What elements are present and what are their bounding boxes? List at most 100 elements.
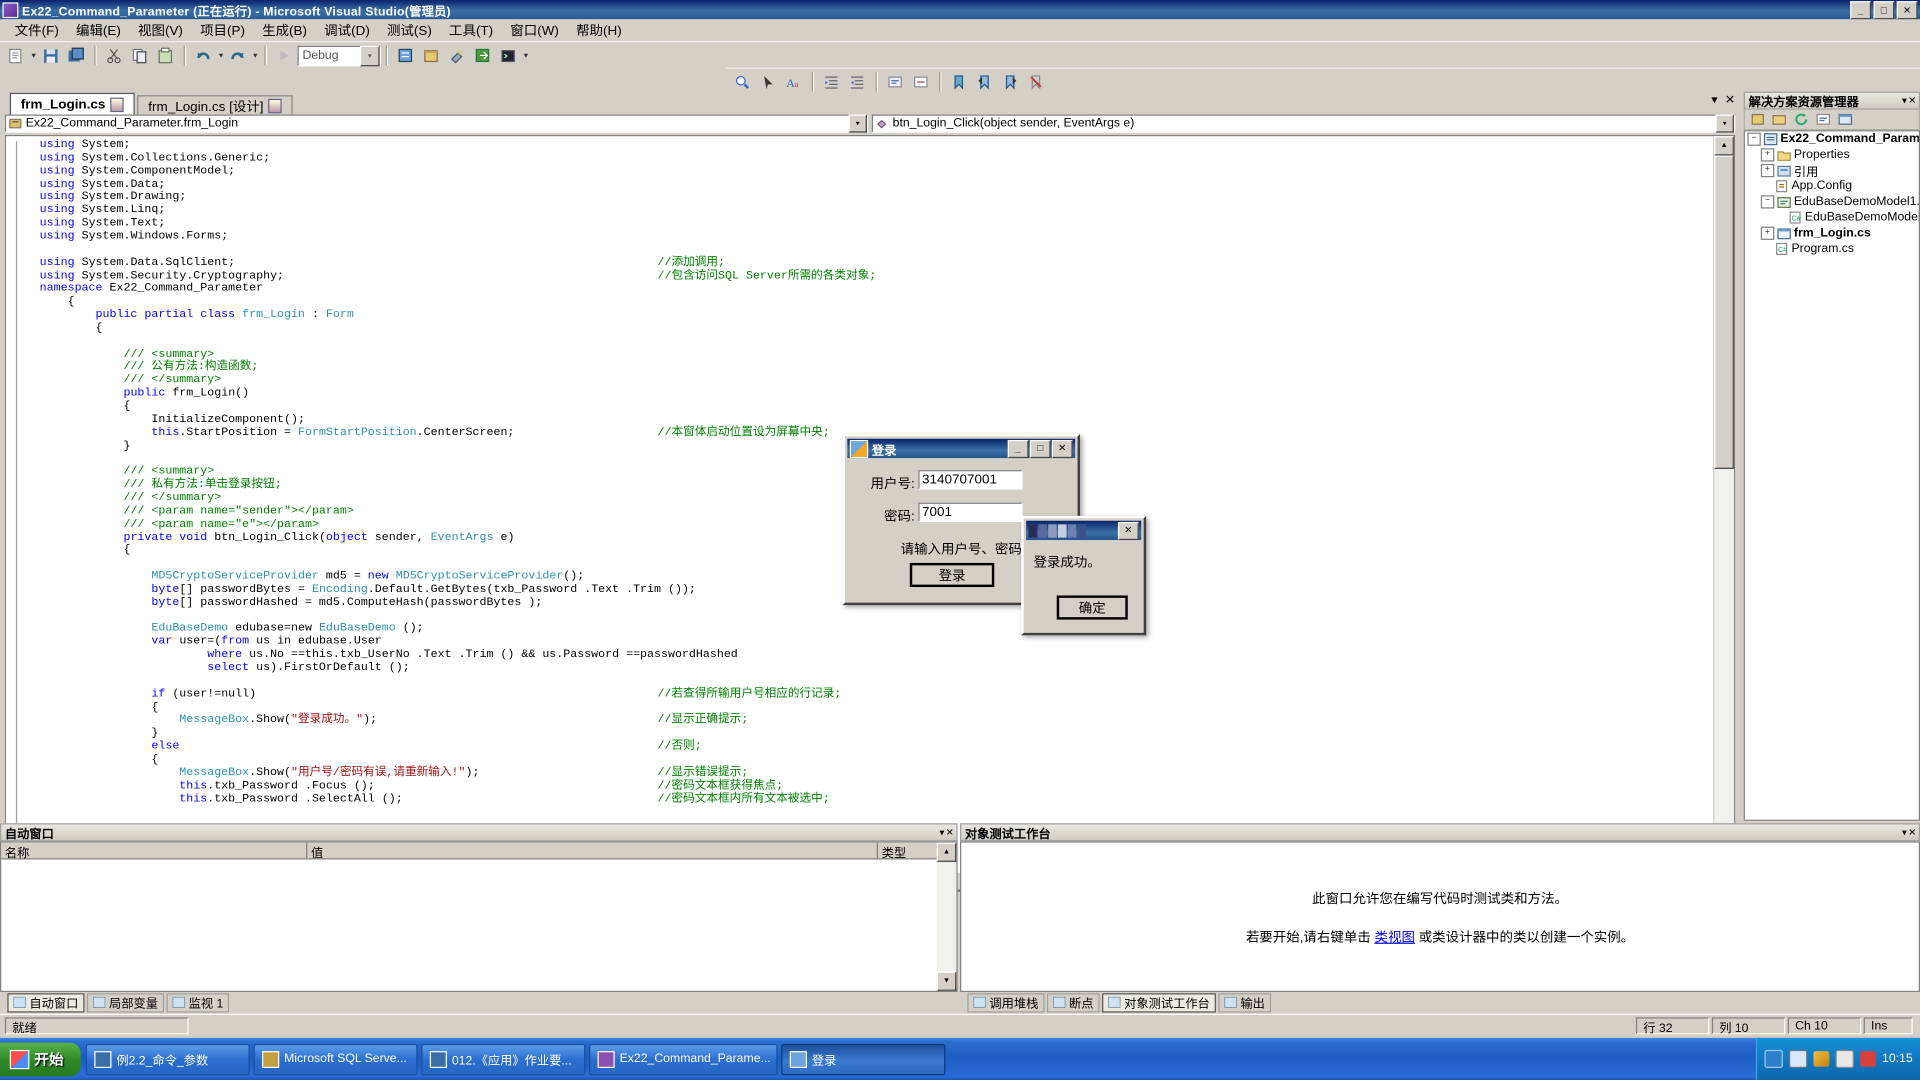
taskbar-item[interactable]: Microsoft SQL Serve... [253,1043,418,1075]
minimize-button[interactable]: _ [1850,1,1872,20]
network-icon[interactable] [1788,1049,1808,1068]
panel-close-icon[interactable]: ✕ [946,827,954,838]
debug-tab-autos[interactable]: 自动窗口 [7,992,85,1012]
view-designer-icon[interactable] [1836,110,1857,128]
password-input[interactable]: 7001 [918,502,1023,522]
undo-icon[interactable] [191,44,215,67]
command-window-dropdown-icon[interactable]: ▾ [522,47,531,64]
properties-window-icon[interactable] [419,44,443,67]
solution-tree[interactable]: − Ex22_Command_Parameter + Properties + 引用App… [1743,130,1920,821]
undo-dropdown-icon[interactable]: ▾ [217,47,226,64]
bookmark-prev-icon[interactable] [972,71,996,94]
menu-item-tools[interactable]: 工具(T) [440,18,501,42]
taskbar-item[interactable]: Ex22_Command_Parame... [589,1043,778,1075]
shield-icon[interactable] [1813,1051,1830,1067]
panel-menu-icon[interactable]: ▾ [1902,827,1907,838]
indent-icon[interactable] [819,71,843,94]
panel-close-icon[interactable]: ✕ [1908,827,1916,838]
panel-close-icon[interactable]: ✕ [1908,95,1916,106]
taskbar-item[interactable]: 012.《应用》作业要... [421,1043,586,1075]
collapse-icon[interactable]: − [1760,195,1775,209]
scroll-thumb[interactable] [1714,155,1734,469]
output-tab-testbench[interactable]: 对象测试工作台 [1102,992,1216,1012]
save-icon[interactable] [38,44,62,67]
solution-tree-item[interactable]: + Properties [1745,147,1919,163]
panel-menu-icon[interactable]: ▾ [940,827,945,838]
uncomment-icon[interactable] [909,71,933,94]
navigate-forward-icon[interactable] [470,44,494,67]
output-tab-breakpoint[interactable]: 断点 [1046,992,1100,1012]
flag-icon[interactable] [1859,1051,1876,1067]
message-box-ok-button[interactable]: 确定 [1056,595,1128,620]
login-submit-button[interactable]: 登录 [909,562,995,588]
menu-item-view[interactable]: 视图(V) [129,18,191,42]
bookmark-icon[interactable] [947,71,971,94]
menu-item-debug[interactable]: 调试(D) [316,18,379,42]
solution-tree-item[interactable]: C# Program.cs [1745,241,1919,257]
login-close-button[interactable]: ✕ [1051,439,1073,458]
message-box[interactable]: ✕ 登录成功。 确定 [1021,515,1147,636]
scroll-up-button[interactable]: ▲ [936,842,957,862]
editor-vertical-scrollbar[interactable]: ▲ ▼ [1713,136,1734,872]
pointer-icon[interactable] [756,71,780,94]
font-size-icon[interactable]: Aa [781,71,805,94]
start-debugging-icon[interactable] [272,44,296,67]
solution-tree-item[interactable]: C# EduBaseDemoModel1 [1745,210,1919,226]
autos-column-value[interactable]: 值 [307,842,878,861]
command-window-icon[interactable] [496,44,520,67]
taskbar-clock[interactable]: 10:15 [1882,1052,1913,1065]
show-all-files-icon[interactable] [1769,110,1790,128]
editor-tab-frm-login-designer[interactable]: frm_Login.cs [设计] [137,95,293,116]
properties-icon[interactable] [1747,110,1768,128]
menu-item-file[interactable]: 文件(F) [6,18,67,42]
solution-tree-item[interactable]: − EduBaseDemoModel1.edmx [1745,194,1919,210]
new-project-icon[interactable] [4,44,28,67]
expand-icon[interactable]: + [1760,163,1775,178]
output-tab-output[interactable]: 输出 [1218,992,1272,1012]
clear-bookmarks-icon[interactable] [1024,71,1048,94]
menu-item-edit[interactable]: 编辑(E) [67,18,129,42]
debug-tab-locals[interactable]: 局部变量 [86,992,165,1012]
debug-tab-watch[interactable]: 监视 1 [166,992,230,1012]
bookmark-next-icon[interactable] [998,71,1022,94]
login-maximize-button[interactable]: □ [1029,439,1051,458]
find-icon[interactable] [730,71,754,94]
type-dropdown[interactable]: Ex22_Command_Parameter.frm_Login ▾ [4,114,869,133]
solution-tree-item[interactable]: App.Config [1745,178,1919,194]
chevron-down-icon[interactable]: ▾ [360,45,380,66]
show-desktop-icon[interactable] [1764,1049,1783,1068]
scroll-up-button[interactable]: ▲ [1714,136,1734,156]
message-box-titlebar[interactable]: ✕ [1026,520,1142,541]
menu-item-help[interactable]: 帮助(H) [567,18,630,42]
autos-column-name[interactable]: 名称 [1,842,308,861]
login-minimize-button[interactable]: _ [1007,439,1029,458]
menu-item-window[interactable]: 窗口(W) [502,18,568,42]
tools-icon[interactable] [444,44,468,67]
save-all-icon[interactable] [64,44,88,67]
expand-icon[interactable]: + [1760,226,1775,240]
menu-item-project[interactable]: 项目(P) [192,18,254,42]
view-code-icon[interactable] [1813,110,1834,128]
cut-icon[interactable] [102,44,126,67]
login-dialog-titlebar[interactable]: 登录 _ □ ✕ [847,438,1076,459]
maximize-button[interactable]: □ [1873,1,1895,20]
autos-grid[interactable]: 名称 值 类型 ▲ ▼ [0,841,958,993]
class-view-link[interactable]: 类视图 [1375,930,1415,944]
outdent-icon[interactable] [845,71,869,94]
taskbar-item[interactable]: 例2.2_命令_参数 [85,1043,250,1075]
tab-list-dropdown-icon[interactable]: ▾ [1711,94,1717,107]
paste-icon[interactable] [153,44,177,67]
redo-icon[interactable] [225,44,249,67]
collapse-icon[interactable]: − [1747,132,1761,146]
message-box-close-button[interactable]: ✕ [1117,521,1139,540]
close-button[interactable]: ✕ [1896,1,1918,20]
user-number-input[interactable]: 3140707001 [918,470,1023,490]
volume-icon[interactable] [1835,1049,1854,1068]
solution-explorer-icon[interactable] [393,44,417,67]
taskbar-item[interactable]: 登录 [781,1043,946,1075]
solution-configuration-combo[interactable]: Debug ▾ [297,45,381,66]
chevron-down-icon[interactable]: ▾ [848,114,867,133]
new-project-dropdown-icon[interactable]: ▾ [29,47,38,64]
expand-icon[interactable]: + [1760,148,1775,162]
editor-tab-frm-login-cs[interactable]: frm_Login.cs [9,92,135,115]
